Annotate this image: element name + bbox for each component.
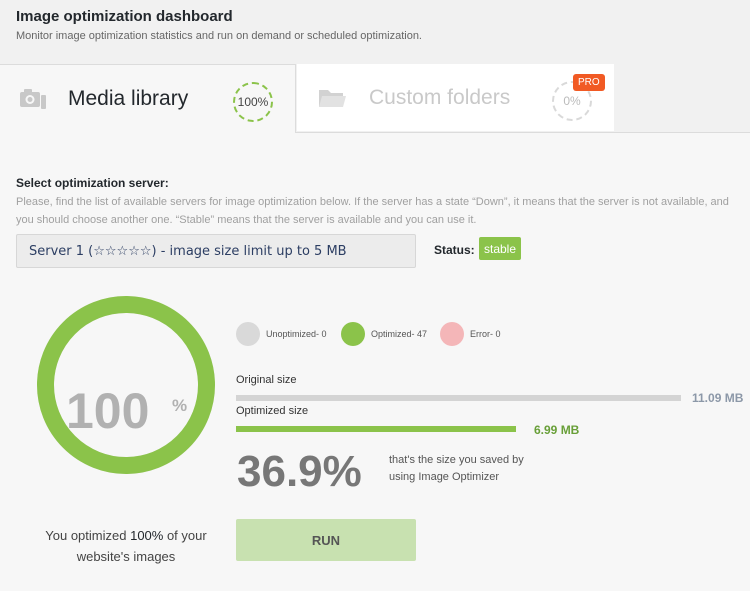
camera-icon xyxy=(20,89,46,109)
saved-percent: 36.9% xyxy=(237,447,362,496)
saved-description: that's the size you saved by using Image… xyxy=(389,454,524,483)
progress-caption: You optimized 100% of your website's ima… xyxy=(26,525,226,567)
tab-custom-folders-label: Custom folders xyxy=(369,86,511,109)
page-subtitle: Monitor image optimization statistics an… xyxy=(16,30,422,42)
status-label: Status: xyxy=(434,243,475,257)
legend-error: Error- 0 xyxy=(440,322,501,346)
dashboard-header: Image optimization dashboard Monitor ima… xyxy=(0,0,750,64)
server-section-title: Select optimization server: xyxy=(16,176,169,190)
optimized-size-label: Optimized size xyxy=(236,405,309,417)
original-size-value: 11.09 MB xyxy=(692,391,744,405)
dashboard-content: Select optimization server: Please, find… xyxy=(0,133,750,591)
legend-unoptimized: Unoptimized- 0 xyxy=(236,322,327,346)
optimized-size-value: 6.99 MB xyxy=(534,423,580,437)
tab-media-library-label: Media library xyxy=(68,87,189,110)
legend-dot-error xyxy=(440,322,464,346)
server-select[interactable]: Server 1 (☆☆☆☆☆) - image size limit up t… xyxy=(16,234,416,268)
legend-label-error: Error- 0 xyxy=(470,329,501,339)
tab-custom-folders[interactable]: Custom folders 0% PRO xyxy=(297,64,614,131)
legend-dot-unoptimized xyxy=(236,322,260,346)
progress-value: 100 xyxy=(66,383,150,439)
progress-caption-prefix: You optimized xyxy=(45,528,131,543)
progress-unit: % xyxy=(172,396,188,415)
run-button[interactable]: RUN xyxy=(236,519,416,561)
progress-caption-highlight: 100% xyxy=(130,528,164,543)
folder-icon xyxy=(319,90,346,107)
legend-dot-optimized xyxy=(341,322,365,346)
page-title: Image optimization dashboard xyxy=(16,8,233,25)
status-badge: stable xyxy=(479,237,522,260)
legend-label-optimized: Optimized- 47 xyxy=(371,329,428,339)
optimized-size-bar xyxy=(236,426,516,432)
tab-bar: Media library 100% Custom folders 0% PRO xyxy=(0,64,750,133)
media-library-progress-ring: 100% xyxy=(233,82,273,122)
tab-media-library[interactable]: Media library 100% xyxy=(0,64,296,133)
original-size-label: Original size xyxy=(236,374,297,386)
server-description: Please, find the list of available serve… xyxy=(16,196,729,226)
legend-label-unoptimized: Unoptimized- 0 xyxy=(266,329,327,339)
pro-badge: PRO xyxy=(573,74,605,91)
legend-optimized: Optimized- 47 xyxy=(341,322,427,346)
original-size-bar xyxy=(236,395,681,401)
